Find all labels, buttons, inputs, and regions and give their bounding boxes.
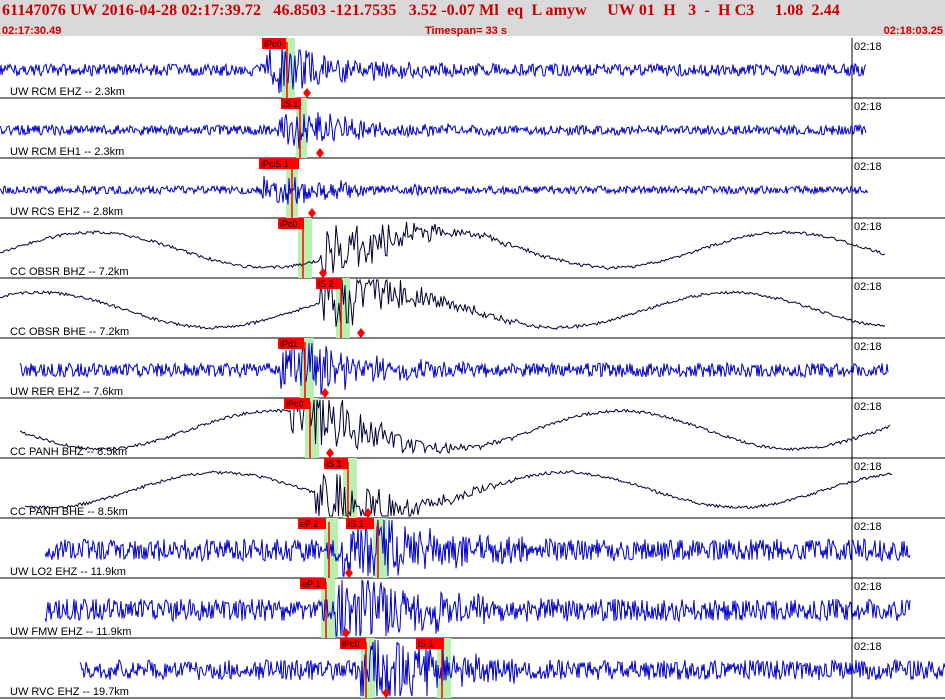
minute-tick-label: 02:18 <box>854 161 882 173</box>
channel-label: UW RVC EHZ -- 19.7km <box>10 686 129 698</box>
channel-label: UW RCS EHZ -- 2.8km <box>10 206 123 218</box>
channel-row[interactable]: 02:18 iPc0 iS 1 UW RVC EHZ -- 19.7km <box>0 638 945 699</box>
pick-label: iPciS 1 <box>261 159 289 169</box>
channel-label: UW RCM EHZ -- 2.3km <box>10 86 125 98</box>
minute-tick-label: 02:18 <box>854 281 882 293</box>
channel-label: UW RER EHZ -- 7.6km <box>10 386 123 398</box>
minute-tick-label: 02:18 <box>854 221 882 233</box>
channel-row[interactable]: 02:18 iPc0 UW RCM EHZ -- 2.3km <box>0 38 945 99</box>
pick-label: eP 2 <box>300 519 318 529</box>
predicted-arrival-marker <box>316 148 324 158</box>
pick-label: iPd1 <box>280 339 298 349</box>
minute-tick-label: 02:18 <box>854 581 882 593</box>
pick-label: iS 1 <box>326 459 342 469</box>
channel-label: UW RCM EH1 -- 2.3km <box>10 146 124 158</box>
pick-label: iS 1 <box>418 639 434 649</box>
channel-label: UW FMW EHZ -- 11.9km <box>10 626 131 638</box>
predicted-arrival-marker <box>345 568 353 578</box>
waveform-trace <box>0 221 886 277</box>
minute-tick-label: 02:18 <box>854 641 882 653</box>
pick-label: iPc0 <box>342 639 360 649</box>
seismogram-panel[interactable]: 02:18 iPc0 UW RCM EHZ -- 2.3km 02:18 iS 1 UW … <box>0 0 945 700</box>
channel-row[interactable]: 02:18 iPciS 1 UW RCS EHZ -- 2.8km <box>0 158 945 219</box>
pick-label: iS 1 <box>283 99 299 109</box>
waveform-trace <box>0 175 869 205</box>
channel-row[interactable]: 02:18 iS 1 UW RCM EH1 -- 2.3km <box>0 98 945 159</box>
channel-row[interactable]: 02:18 iS 1 CC PANH BHE -- 8.5km <box>0 458 945 519</box>
minute-tick-label: 02:18 <box>854 461 882 473</box>
channel-label: UW LO2 EHZ -- 11.9km <box>10 566 126 578</box>
channel-label: CC PANH BHZ -- 8.5km <box>10 446 127 458</box>
channel-label: CC OBSR BHZ -- 7.2km <box>10 266 129 278</box>
channel-row[interactable]: 02:18 iPc0 CC PANH BHZ -- 8.5km <box>0 398 945 459</box>
channel-row[interactable]: 02:18 eP 2 iS 1 UW LO2 EHZ -- 11.9km <box>0 518 945 579</box>
minute-tick-label: 02:18 <box>854 401 882 413</box>
waveform-trace <box>44 579 911 637</box>
pick-label: iS 1 <box>348 519 364 529</box>
predicted-arrival-marker <box>357 328 365 338</box>
waveform-trace <box>19 399 891 455</box>
waveform-trace <box>79 639 945 697</box>
channel-row[interactable]: 02:18 iPd1 UW RER EHZ -- 7.6km <box>0 338 945 399</box>
pick-label: iPc0 <box>264 39 282 49</box>
waveform-trace <box>19 343 889 395</box>
channel-label: CC PANH BHE -- 8.5km <box>10 506 128 518</box>
pick-label: iPc0 <box>280 219 298 229</box>
waveform-trace <box>24 470 893 517</box>
predicted-arrival-marker <box>308 208 316 218</box>
waveform-trace <box>0 47 867 94</box>
pick-label: eP 1 <box>302 579 320 589</box>
pick-label: iS 2 <box>318 279 334 289</box>
channel-row[interactable]: 02:18 iS 2 CC OBSR BHE -- 7.2km <box>0 278 945 339</box>
pick-label: iPc0 <box>286 399 304 409</box>
predicted-arrival-marker <box>303 88 311 98</box>
predicted-arrival-marker <box>326 448 334 458</box>
waveform-trace <box>0 112 867 149</box>
minute-tick-label: 02:18 <box>854 341 882 353</box>
minute-tick-label: 02:18 <box>854 101 882 113</box>
channel-row[interactable]: 02:18 eP 1 UW FMW EHZ -- 11.9km <box>0 578 945 639</box>
channel-label: CC OBSR BHE -- 7.2km <box>10 326 129 338</box>
channel-row[interactable]: 02:18 iPc0 CC OBSR BHZ -- 7.2km <box>0 218 945 279</box>
waveform-trace <box>44 519 911 577</box>
minute-tick-label: 02:18 <box>854 521 882 533</box>
waveform-trace <box>0 278 886 331</box>
minute-tick-label: 02:18 <box>854 41 882 53</box>
